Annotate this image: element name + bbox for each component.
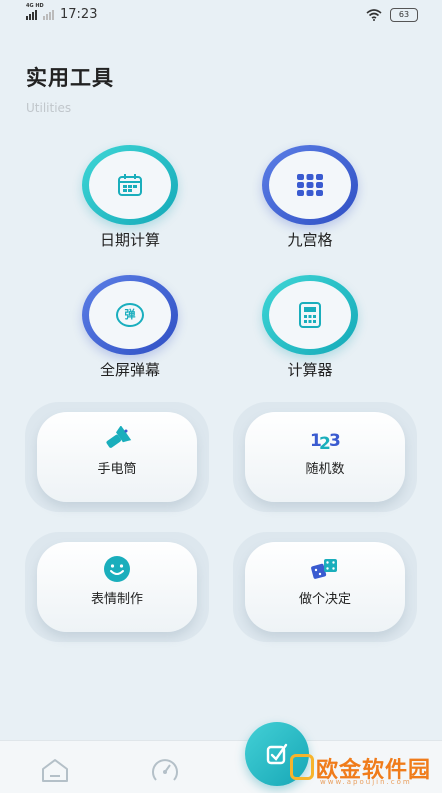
- tab-dial[interactable]: [148, 755, 182, 785]
- home-icon: [42, 759, 68, 782]
- tool-ring: [262, 145, 358, 225]
- tool-calculator[interactable]: 计算器: [245, 275, 375, 380]
- tool-date-calc[interactable]: 日期计算: [65, 145, 195, 250]
- tool-ring: [262, 275, 358, 355]
- watermark: 欧金软件园 www.apoujin.com: [290, 750, 436, 788]
- clock: 17:23: [60, 7, 98, 22]
- tool-emoji-maker[interactable]: 表情制作: [25, 532, 209, 642]
- wifi-icon: [366, 9, 382, 21]
- battery-indicator: 63: [390, 8, 418, 22]
- grid-icon: [297, 174, 323, 196]
- page-subtitle: Utilities: [26, 101, 72, 115]
- tool-fullscreen-barrage[interactable]: 弹 全屏弹幕: [65, 275, 195, 380]
- calculator-icon: [299, 302, 321, 328]
- tool-nine-grid[interactable]: 九宫格: [245, 145, 375, 250]
- page-title: 实用工具: [26, 66, 114, 90]
- tool-label: 手电筒: [97, 462, 137, 477]
- tool-random-number[interactable]: 1 2 3 随机数: [233, 402, 417, 512]
- dial-icon: [152, 759, 178, 781]
- watermark-url: www.apoujin.com: [320, 778, 412, 786]
- tool-label: 表情制作: [90, 592, 143, 607]
- tool-ring: [82, 145, 178, 225]
- tool-label: 随机数: [305, 462, 345, 477]
- tool-label: 九宫格: [287, 231, 333, 249]
- tool-label: 做个决定: [298, 592, 351, 607]
- tool-flashlight[interactable]: 手电筒: [25, 402, 209, 512]
- tool-label: 日期计算: [99, 231, 160, 249]
- smiley-icon: [104, 556, 130, 582]
- dice-icon: [311, 559, 337, 579]
- signal-icon: [26, 9, 37, 20]
- tool-make-decision[interactable]: 做个决定: [233, 532, 417, 642]
- svg-text:3: 3: [329, 431, 341, 451]
- tab-home[interactable]: [38, 755, 72, 785]
- watermark-logo-icon: [290, 754, 314, 780]
- random-number-icon: 1 2 3: [310, 431, 341, 452]
- tool-label: 全屏弹幕: [99, 361, 160, 379]
- signal-2-icon: [43, 9, 54, 20]
- calendar-icon: [118, 174, 142, 196]
- tool-label: 计算器: [287, 361, 333, 379]
- status-bar: 4G HD 17:23 63: [0, 0, 442, 30]
- flashlight-icon: [106, 426, 132, 448]
- tool-ring: 弹: [82, 275, 178, 355]
- tools-icon: [266, 743, 288, 765]
- barrage-icon: 弹: [116, 303, 144, 327]
